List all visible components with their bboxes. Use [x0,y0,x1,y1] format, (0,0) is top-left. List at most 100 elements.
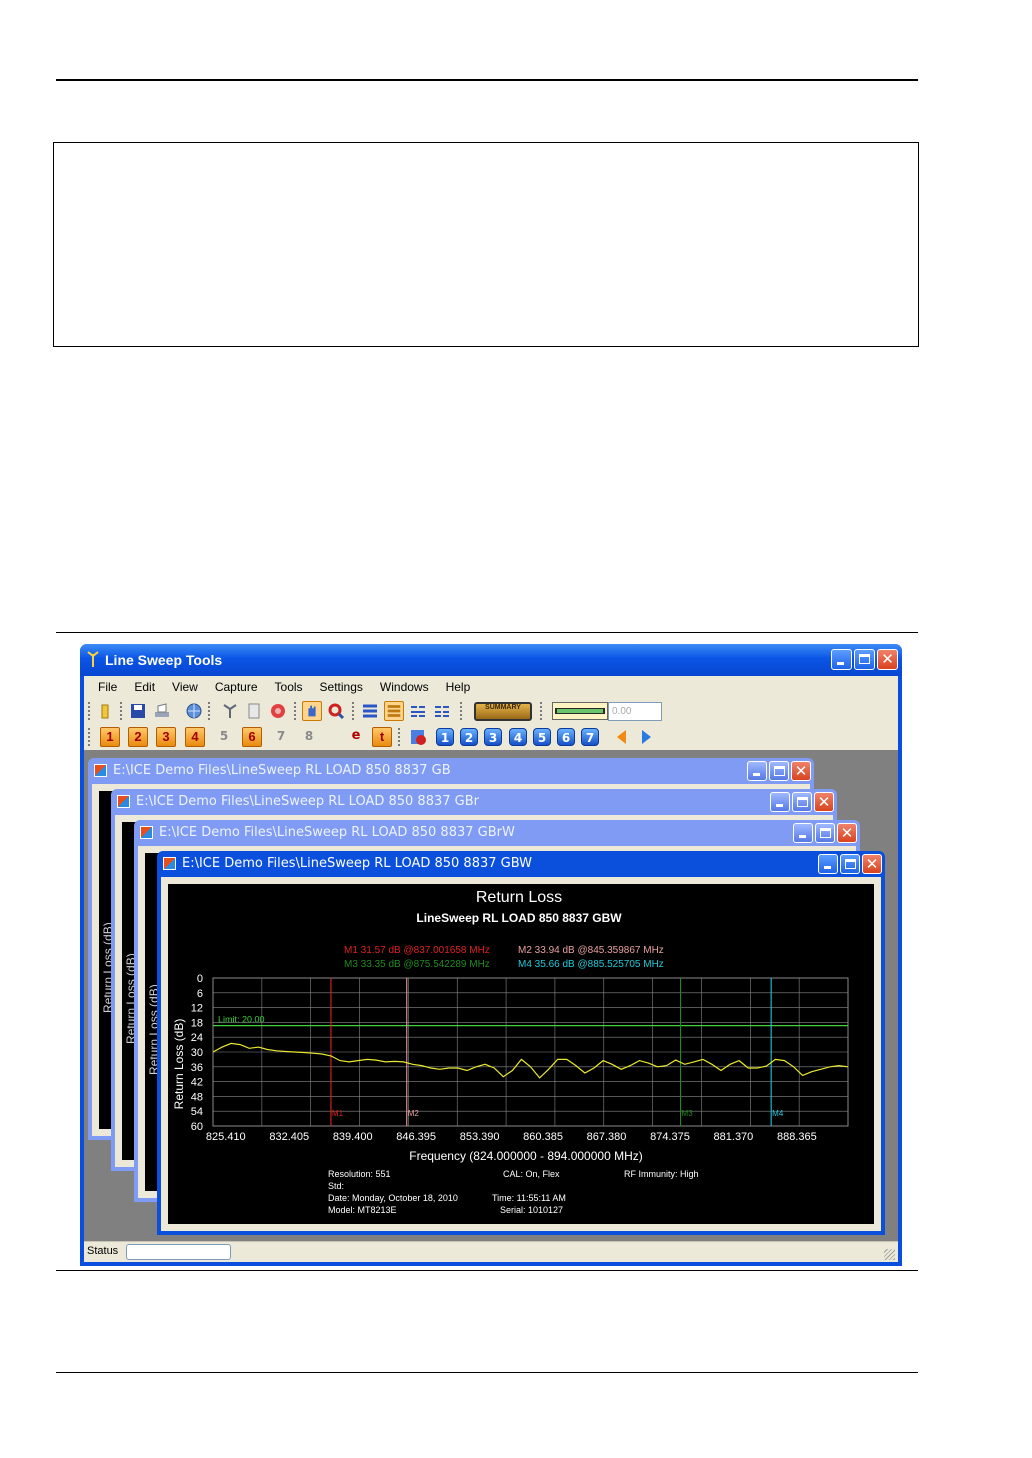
x-tick-label: 874.375 [650,1131,690,1143]
info-std: Std: [328,1181,344,1191]
minimize-button[interactable] [831,649,852,670]
list-view-icon[interactable] [360,701,380,721]
trace-3-button[interactable]: 3 [156,727,176,747]
arrow-left-icon[interactable] [612,727,632,747]
zoom-value-field[interactable]: 0.00 [608,702,662,721]
target-icon[interactable] [268,701,288,721]
summary-button[interactable]: SUMMARY [474,702,532,721]
minimize-button[interactable] [793,823,813,843]
hand-icon[interactable] [302,701,322,721]
chart-grid [212,977,849,1127]
page-edit-icon[interactable] [408,727,428,747]
maximize-button[interactable] [815,823,835,843]
figure-top-rule [56,632,918,633]
grid-view-icon[interactable] [384,701,404,721]
menu-view[interactable]: View [172,680,198,694]
page-7-button[interactable]: 7 [581,728,599,746]
arrow-right-icon[interactable] [636,727,656,747]
menu-capture[interactable]: Capture [215,680,258,694]
marker-tag-m4: M4 [772,1109,784,1118]
trace-line [212,1042,849,1079]
page-6-button[interactable]: 6 [557,728,575,746]
minimize-button[interactable] [747,761,767,781]
open-folder-icon[interactable] [96,701,116,721]
menu-tools[interactable]: Tools [275,680,303,694]
child-window-body: Return Loss LineSweep RL LOAD 850 8837 G… [161,877,881,1231]
menu-file[interactable]: File [98,680,117,694]
child-titlebar[interactable]: E:\ICE Demo Files\LineSweep RL LOAD 850 … [134,820,860,846]
menu-settings[interactable]: Settings [320,680,363,694]
minimize-button[interactable] [818,854,838,874]
info-rf-immunity: RF Immunity: High [624,1169,699,1179]
status-field [126,1244,231,1260]
trace-5-button[interactable]: 5 [214,727,234,747]
menu-windows[interactable]: Windows [380,680,429,694]
save-icon[interactable] [128,701,148,721]
tile-view-icon[interactable] [432,701,452,721]
toolbar-grip[interactable] [88,728,93,746]
trace-8-button[interactable]: 8 [299,727,319,747]
maximize-button[interactable] [854,649,875,670]
document-window-icon [117,795,130,808]
toolbar-grip[interactable] [540,702,545,720]
marker-legend-m1: M1 31.57 dB @837.001658 MHz [344,945,490,956]
close-icon: ✕ [865,855,879,873]
antenna-tool-icon[interactable] [220,701,240,721]
child-titlebar[interactable]: E:\ICE Demo Files\LineSweep RL LOAD 850 … [157,851,885,877]
page-2-button[interactable]: 2 [460,728,478,746]
resize-grip-icon[interactable] [884,1249,895,1260]
toolbar-grip[interactable] [294,702,299,720]
close-button[interactable]: ✕ [837,823,857,843]
child-titlebar[interactable]: E:\ICE Demo Files\LineSweep RL LOAD 850 … [88,758,814,784]
maximize-button[interactable] [840,854,860,874]
chart-title: Return Loss [476,889,562,906]
close-button[interactable]: ✕ [877,649,898,670]
trace-1-button[interactable]: 1 [100,727,120,747]
x-tick-label: 888.365 [777,1131,817,1143]
page-1-button[interactable]: 1 [436,728,454,746]
split-view-icon[interactable] [408,701,428,721]
toolbar-grip[interactable] [88,702,93,720]
level-gauge-icon[interactable] [552,702,608,720]
maximize-button[interactable] [792,792,812,812]
app-titlebar[interactable]: Line Sweep Tools ✕ [80,644,902,676]
marker-t-button[interactable]: t [372,727,392,747]
menu-edit[interactable]: Edit [134,680,155,694]
toolbar-grip[interactable] [208,702,213,720]
trace-7-button[interactable]: 7 [271,727,291,747]
document-window-icon [94,764,107,777]
page-3-button[interactable]: 3 [484,728,502,746]
close-button[interactable]: ✕ [791,761,811,781]
page-4-button[interactable]: 4 [509,728,527,746]
maximize-button[interactable] [769,761,789,781]
menu-help[interactable]: Help [446,680,471,694]
trace-2-button[interactable]: 2 [128,727,148,747]
trace-6-button[interactable]: 6 [242,727,262,747]
trace-4-button[interactable]: 4 [185,727,205,747]
minimize-button[interactable] [770,792,790,812]
y-tick-label: 54 [191,1106,203,1118]
y-tick-label: 18 [191,1017,203,1029]
child-window-gbw[interactable]: E:\ICE Demo Files\LineSweep RL LOAD 850 … [157,851,885,1235]
app-title: Line Sweep Tools [105,652,223,668]
close-icon: ✕ [817,793,831,811]
page-5-button[interactable]: 5 [533,728,551,746]
toolbar-grip[interactable] [352,702,357,720]
globe-icon[interactable] [184,701,204,721]
close-icon: ✕ [881,650,894,668]
close-button[interactable]: ✕ [814,792,834,812]
y-tick-label: 60 [191,1121,203,1133]
toolbar-grip[interactable] [120,702,125,720]
info-serial: Serial: 1010127 [500,1205,563,1214]
marker-legend-m3: M3 33.35 dB @875.542289 MHz [344,959,490,970]
zoom-marker-icon[interactable] [326,701,346,721]
print-icon[interactable] [152,701,172,721]
marker-e-button[interactable]: e [346,727,366,747]
child-titlebar[interactable]: E:\ICE Demo Files\LineSweep RL LOAD 850 … [111,789,837,815]
close-button[interactable]: ✕ [862,854,882,874]
toolbar-grip[interactable] [460,702,465,720]
gauge-bar-icon [555,708,605,714]
child-window-controls: ✕ [770,792,834,812]
toolbar-grip[interactable] [398,728,403,746]
document-icon[interactable] [244,701,264,721]
